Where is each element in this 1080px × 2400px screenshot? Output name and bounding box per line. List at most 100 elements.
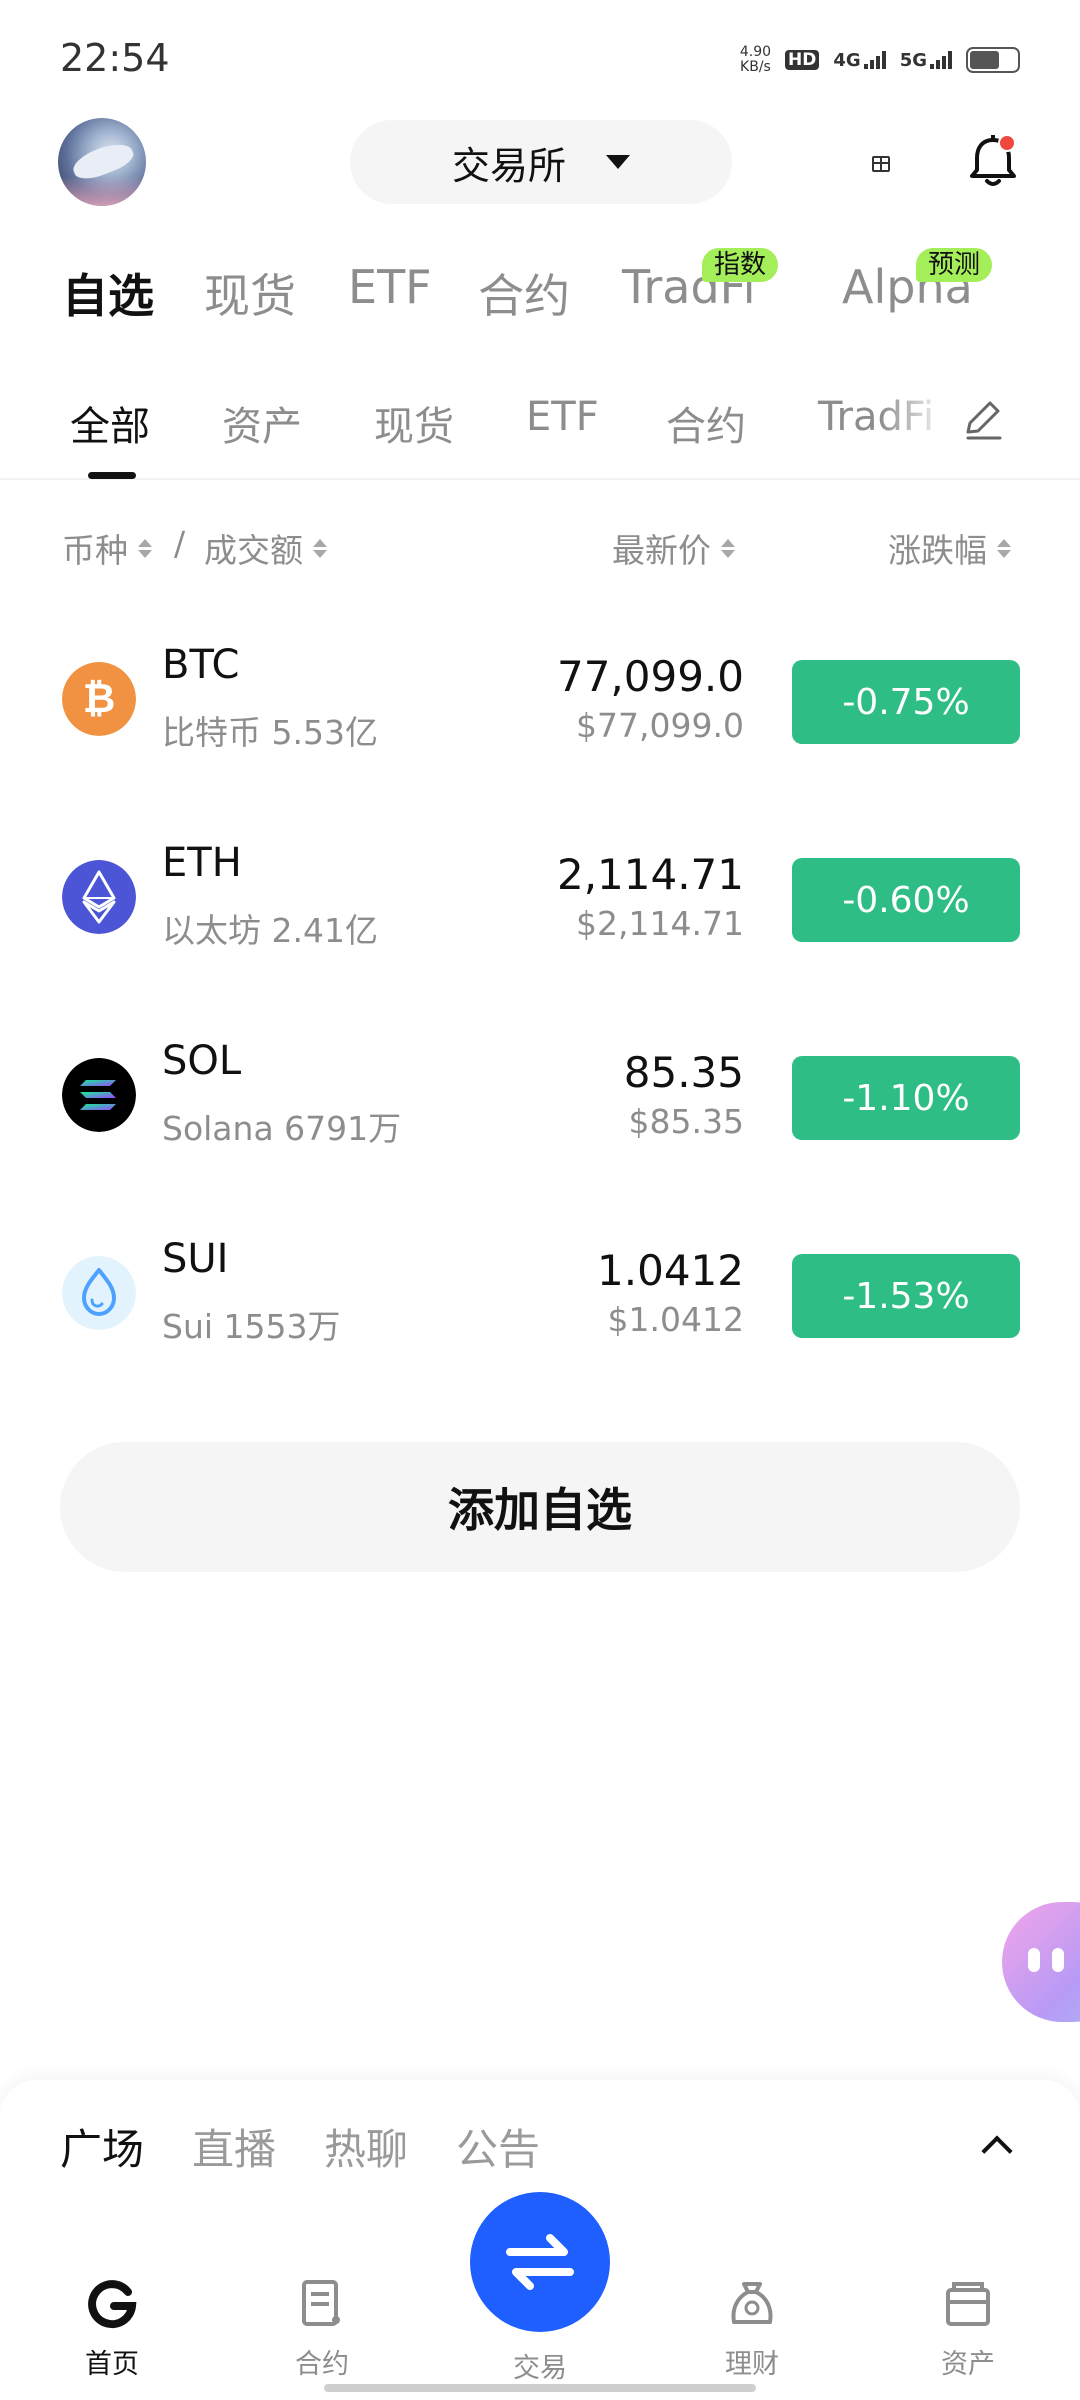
sort-icon	[997, 538, 1011, 558]
price-change-badge[interactable]: -0.75%	[792, 660, 1020, 744]
sim2-label: 5G	[899, 49, 927, 71]
sort-icon	[138, 538, 152, 558]
price-change-badge[interactable]: -1.10%	[792, 1056, 1020, 1140]
subtab-etf[interactable]: ETF	[526, 394, 599, 440]
coin-header-label: 币种	[62, 531, 128, 570]
coin-row-btc[interactable]: ₿ BTC 比特币 5.53亿 77,099.0 $77,099.0 -0.75…	[0, 612, 1080, 810]
caret-down-icon	[606, 155, 630, 169]
price-change-badge[interactable]: -0.60%	[792, 858, 1020, 942]
eth-icon	[62, 860, 136, 934]
subtab-futures[interactable]: 合约	[666, 394, 746, 452]
tab-etf[interactable]: ETF	[348, 260, 432, 314]
tab-watchlist[interactable]: 自选	[62, 260, 154, 326]
coin-usd-price: $77,099.0	[576, 706, 744, 745]
money-bag-icon	[731, 2282, 773, 2324]
hd-icon: HD	[785, 50, 820, 70]
sort-change[interactable]: 涨跌幅	[888, 524, 1011, 572]
coin-row-eth[interactable]: ETH 以太坊 2.41亿 2,114.71 $2,114.71 -0.60%	[0, 810, 1080, 1008]
status-time: 22:54	[60, 36, 170, 80]
trade-button[interactable]	[470, 2192, 610, 2332]
panel-tab-live[interactable]: 直播	[192, 2116, 276, 2177]
watchlist: ₿ BTC 比特币 5.53亿 77,099.0 $77,099.0 -0.75…	[0, 612, 1080, 1404]
svg-text:₿: ₿	[83, 677, 116, 721]
network-speed-unit: KB/s	[740, 59, 771, 75]
home-indicator[interactable]	[324, 2384, 756, 2392]
nav-label: 首页	[85, 2349, 139, 2380]
trade-label: 交易	[513, 2353, 567, 2384]
coin-price: 1.0412	[597, 1246, 744, 1295]
network-speed-value: 4.90	[739, 44, 772, 60]
status-indicators: 4.90 KB/s HD 4G 5G	[740, 40, 1020, 80]
hd-indicator: HD	[785, 50, 820, 70]
subtab-assets[interactable]: 资产	[222, 394, 302, 452]
coin-name-volume: 比特币 5.53亿	[162, 713, 378, 752]
status-bar: 22:54 4.90 KB/s HD 4G 5G	[0, 0, 1080, 110]
tab-label: 现货	[204, 269, 296, 323]
exchange-switch[interactable]: 交易所	[350, 120, 732, 204]
tab-spot[interactable]: 现货	[204, 260, 296, 326]
tab-badge-prediction: 预测	[916, 248, 993, 282]
tab-tradfi[interactable]: TradFi 指数	[622, 248, 779, 314]
coin-row-sol[interactable]: SOL Solana 6791万 85.35 $85.35 -1.10%	[0, 1008, 1080, 1206]
header-separator: /	[174, 524, 186, 563]
sort-volume[interactable]: 成交额	[204, 524, 327, 572]
coin-row-sui[interactable]: SUI Sui 1553万 1.0412 $1.0412 -1.53%	[0, 1206, 1080, 1404]
gift-icon[interactable]	[872, 156, 890, 172]
volume-header-label: 成交额	[204, 531, 303, 570]
coin-symbol: ETH	[162, 840, 242, 886]
swap-arrows-icon	[506, 2234, 574, 2290]
nav-label: 合约	[295, 2349, 349, 2380]
assistant-bubble-icon[interactable]	[1002, 1902, 1080, 2022]
coin-price: 77,099.0	[556, 652, 744, 701]
nav-assets[interactable]: 资产	[898, 2276, 1038, 2381]
tab-futures[interactable]: 合约	[478, 260, 570, 326]
subtab-all[interactable]: 全部	[70, 394, 150, 452]
sort-icon	[721, 538, 735, 558]
coin-symbol: BTC	[162, 642, 240, 688]
coin-usd-price: $1.0412	[607, 1300, 744, 1339]
network-speed: 4.90 KB/s	[740, 45, 771, 75]
tab-label: 自选	[62, 269, 154, 323]
notification-dot	[998, 134, 1016, 152]
tab-label: 合约	[478, 269, 570, 323]
panel-tab-square[interactable]: 广场	[60, 2116, 144, 2177]
add-watchlist-button[interactable]: 添加自选	[60, 1442, 1020, 1572]
futures-doc-icon	[302, 2280, 340, 2326]
signal-bars-icon	[930, 51, 952, 69]
price-header-label: 最新价	[612, 531, 711, 570]
signal-bars-icon	[863, 51, 886, 69]
sort-price[interactable]: 最新价	[612, 524, 735, 572]
nav-home[interactable]: 首页	[42, 2276, 182, 2381]
price-change-badge[interactable]: -1.53%	[792, 1254, 1020, 1338]
sui-icon	[62, 1256, 136, 1330]
sort-coin[interactable]: 币种	[62, 524, 152, 572]
battery-icon	[966, 47, 1020, 73]
nav-futures[interactable]: 合约	[252, 2276, 392, 2381]
battery-fill	[970, 51, 999, 69]
chevron-up-icon[interactable]	[981, 2135, 1013, 2167]
scroll-fade	[880, 380, 950, 470]
edit-icon[interactable]	[960, 396, 1006, 442]
home-icon	[88, 2280, 137, 2329]
sim1-label: 4G	[833, 49, 861, 71]
coin-usd-price: $85.35	[628, 1102, 744, 1141]
nav-earn[interactable]: 理财	[682, 2276, 822, 2381]
coin-usd-price: $2,114.71	[576, 904, 744, 943]
sub-tabs: 全部 资产 现货 ETF 合约 TradFi	[0, 380, 1080, 480]
signal-sim2: 5G	[900, 50, 952, 71]
tab-label: ETF	[348, 260, 432, 314]
avatar[interactable]	[58, 118, 146, 206]
subtab-spot[interactable]: 现货	[374, 394, 454, 452]
sort-icon	[313, 538, 327, 558]
coin-name-volume: Solana 6791万	[162, 1109, 402, 1148]
nav-label: 资产	[941, 2349, 995, 2380]
panel-tab-announcements[interactable]: 公告	[456, 2116, 540, 2177]
bottom-nav: 首页 合约 交易 理财 资产	[0, 2180, 1080, 2400]
panel-tab-chat[interactable]: 热聊	[324, 2116, 408, 2177]
change-header-label: 涨跌幅	[888, 531, 987, 570]
tab-alpha[interactable]: Alpha 预测	[842, 248, 993, 314]
coin-price: 2,114.71	[556, 850, 744, 899]
btc-icon: ₿	[62, 662, 136, 736]
coin-symbol: SUI	[162, 1236, 229, 1282]
tab-badge-index: 指数	[702, 248, 779, 282]
